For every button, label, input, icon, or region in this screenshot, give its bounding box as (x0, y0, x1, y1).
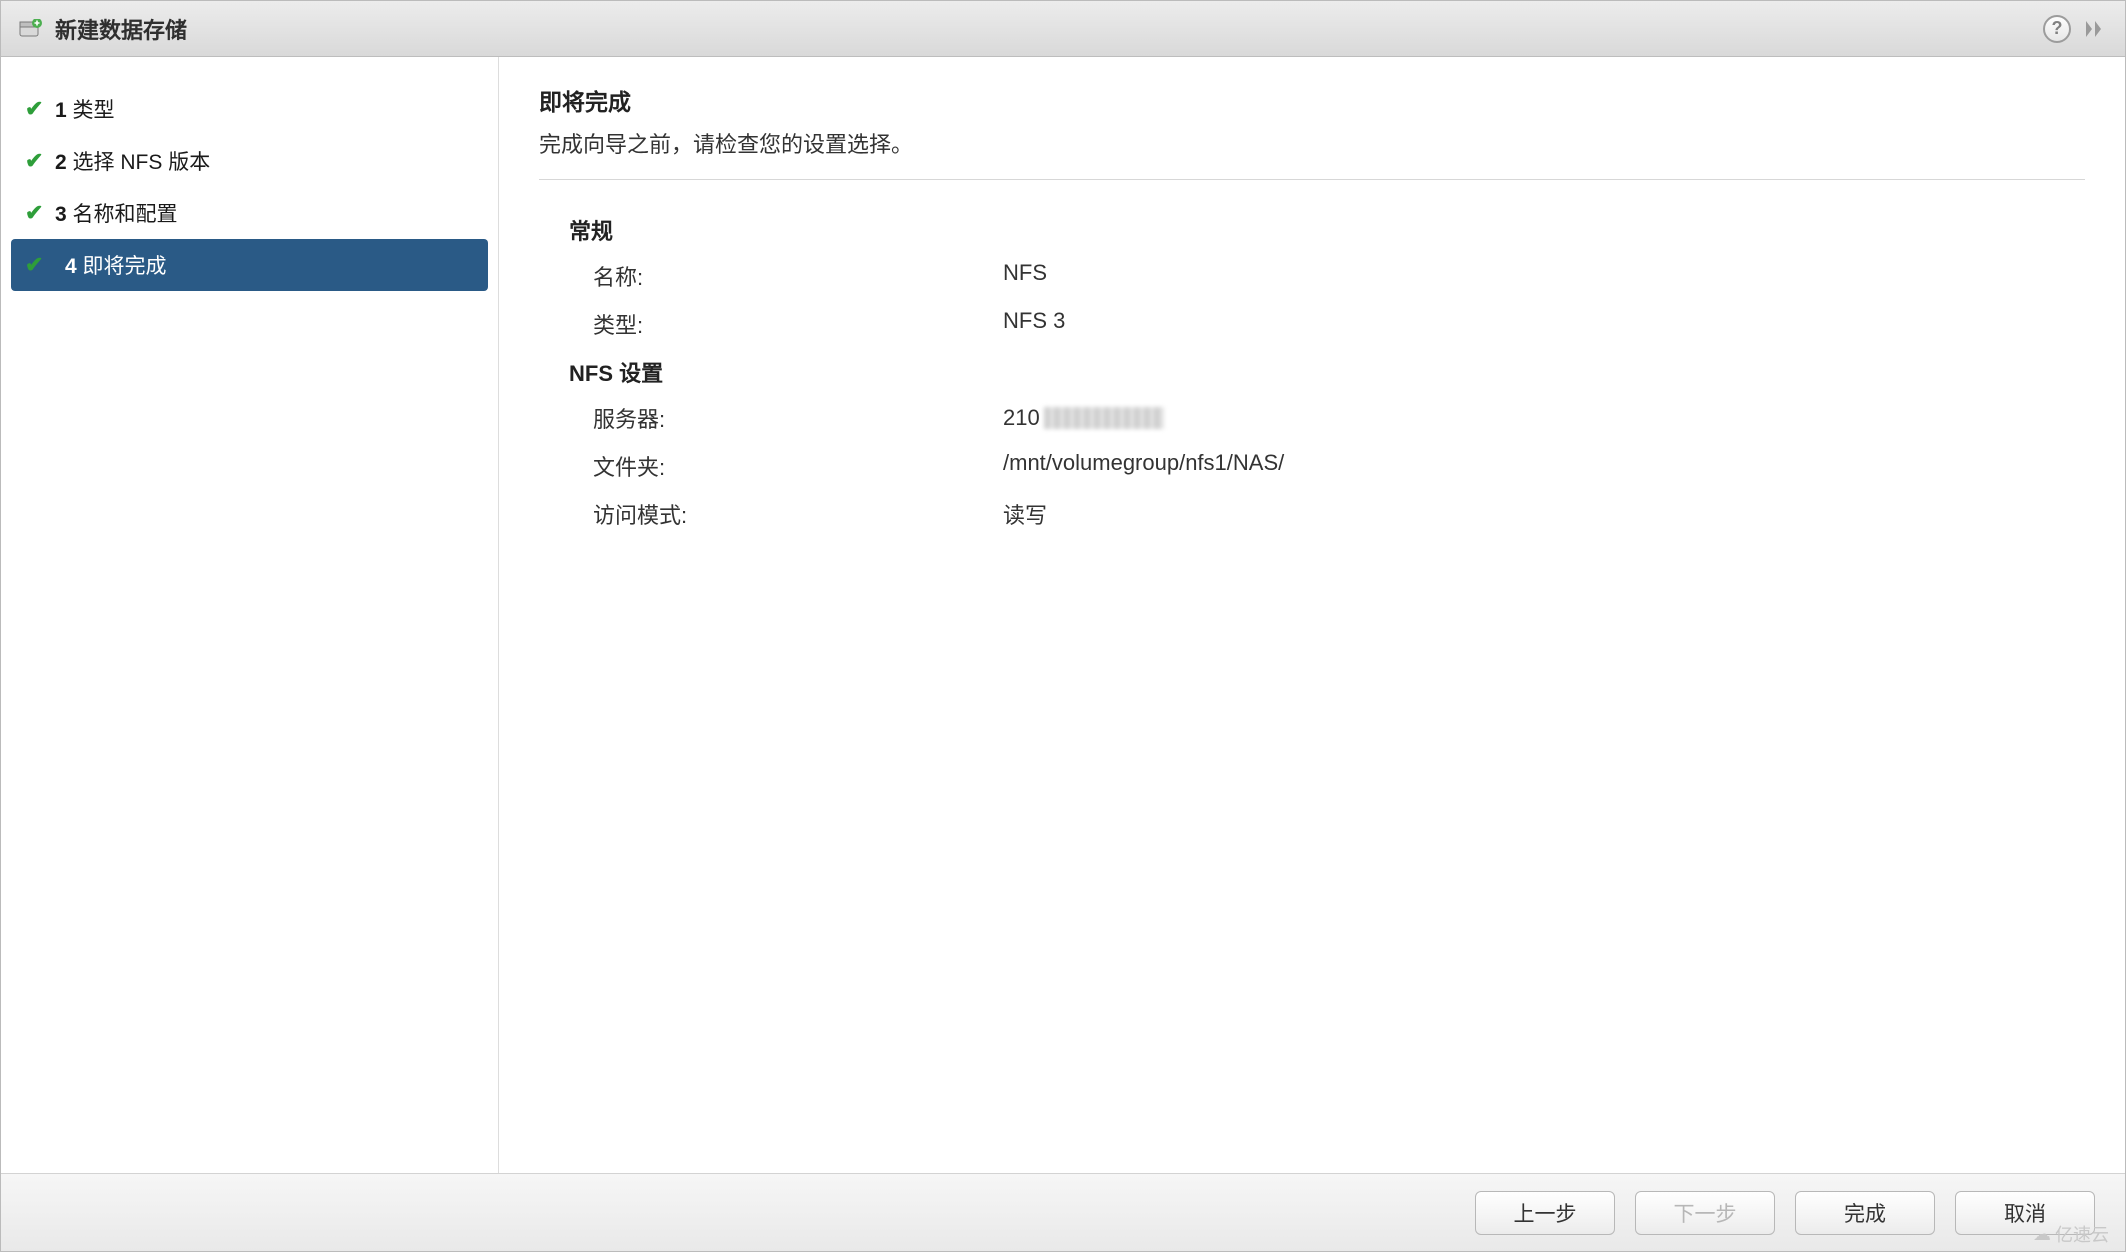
watermark: ☁ 亿速云 (2033, 1221, 2109, 1247)
section-nfs-title: NFS 设置 (569, 356, 2085, 388)
help-icon[interactable]: ? (2043, 15, 2071, 43)
value-type: NFS 3 (1003, 308, 2085, 340)
datastore-add-icon (19, 19, 43, 39)
step-label: 1 类型 (55, 94, 115, 124)
label-type: 类型: (593, 308, 1003, 340)
step-name-config[interactable]: ✔ 3 名称和配置 (1, 187, 498, 239)
wizard-footer: 上一步 下一步 完成 取消 (1, 1173, 2125, 1251)
step-ready-to-complete[interactable]: 4 即将完成 (11, 239, 488, 291)
row-access-mode: 访问模式: 读写 (593, 498, 2085, 530)
row-folder: 文件夹: /mnt/volumegroup/nfs1/NAS/ (593, 450, 2085, 482)
step-nfs-version[interactable]: ✔ 2 选择 NFS 版本 (1, 135, 498, 187)
finish-button[interactable]: 完成 (1795, 1191, 1935, 1235)
step-type[interactable]: ✔ 1 类型 (1, 83, 498, 135)
value-server: 210 (1003, 402, 2085, 434)
new-datastore-wizard: 新建数据存储 ? ✔ 1 类型 ✔ 2 选择 NFS 版本 (0, 0, 2126, 1252)
wizard-steps-sidebar: ✔ 1 类型 ✔ 2 选择 NFS 版本 ✔ 3 名称和配置 ✔ (1, 57, 499, 1173)
label-folder: 文件夹: (593, 450, 1003, 482)
check-icon: ✔ (25, 96, 55, 122)
section-general-title: 常规 (569, 214, 2085, 246)
step-ready-wrap: ✔ 4 即将完成 (1, 239, 498, 291)
back-button[interactable]: 上一步 (1475, 1191, 1615, 1235)
watermark-text: 亿速云 (2055, 1221, 2109, 1247)
step-label: 2 选择 NFS 版本 (55, 146, 210, 176)
content-heading: 即将完成 (539, 83, 2085, 117)
content-subheading: 完成向导之前，请检查您的设置选择。 (539, 127, 2085, 180)
label-name: 名称: (593, 260, 1003, 292)
wizard-titlebar: 新建数据存储 ? (1, 1, 2125, 57)
step-label: 3 名称和配置 (55, 198, 178, 228)
check-icon: ✔ (25, 148, 55, 174)
wizard-content: 即将完成 完成向导之前，请检查您的设置选择。 常规 名称: NFS 类型: NF… (499, 57, 2125, 1173)
check-icon: ✔ (25, 200, 55, 226)
row-type: 类型: NFS 3 (593, 308, 2085, 340)
wizard-title: 新建数据存储 (55, 13, 187, 45)
label-access-mode: 访问模式: (593, 498, 1003, 530)
check-icon: ✔ (25, 252, 43, 278)
label-server: 服务器: (593, 402, 1003, 434)
cloud-icon: ☁ (2033, 1224, 2051, 1245)
redacted-mask (1044, 407, 1164, 429)
wizard-body: ✔ 1 类型 ✔ 2 选择 NFS 版本 ✔ 3 名称和配置 ✔ (1, 57, 2125, 1173)
row-server: 服务器: 210 (593, 402, 2085, 434)
next-button: 下一步 (1635, 1191, 1775, 1235)
step-label: 4 即将完成 (65, 250, 167, 280)
value-access-mode: 读写 (1003, 498, 2085, 530)
row-name: 名称: NFS (593, 260, 2085, 292)
popout-icon[interactable] (2083, 19, 2107, 39)
value-name: NFS (1003, 260, 2085, 292)
value-folder: /mnt/volumegroup/nfs1/NAS/ (1003, 450, 2085, 482)
